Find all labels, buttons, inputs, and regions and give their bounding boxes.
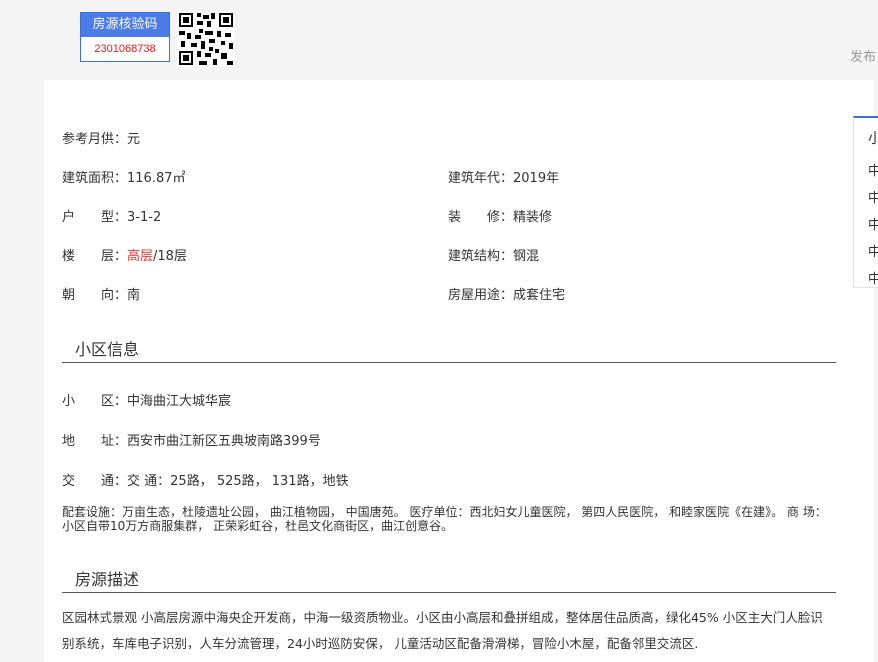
description-line-1: 区园林式景观 小高层房源中海央企开发商，中海一级资质物业。小区由小高层和叠拼组成… [62, 610, 823, 625]
traffic-row: 交 通：交 通：25路， 525路， 131路，地铁 [62, 470, 349, 489]
usage-label: 房屋用途： [448, 288, 514, 303]
address-row: 地 址：西安市曲江新区五典坡南路399号 [62, 430, 321, 449]
monthly-payment-value: 元 [127, 132, 141, 147]
verify-code-value: 2301068738 [94, 43, 156, 55]
description-line-2: 别系统，车库电子识别，人车分流管理，24小时巡防安保， 儿童活动区配备滑滑梯，冒… [62, 636, 699, 651]
community-name-row: 小 区：中海曲江大城华宸 [62, 390, 231, 409]
nearby-listings-panel: 小 中 中 中 中 中 [853, 116, 878, 288]
address-value: 西安市曲江新区五典坡南路399号 [127, 434, 321, 449]
area-row: 建筑面积：116.87㎡ [62, 167, 186, 186]
community-name-value[interactable]: 中海曲江大城华宸 [127, 394, 231, 409]
structure-value: 钢混 [513, 249, 540, 264]
traffic-label: 交 通： [62, 474, 128, 489]
layout-label: 户 型： [62, 210, 128, 225]
decoration-label: 装 修： [448, 210, 514, 225]
listing-detail-card: 参考月供：元 建筑面积：116.87㎡ 建筑年代：2019年 户 型：3-1-2… [44, 80, 874, 662]
facilities-line-1: 配套设施：万亩生态，杜陵遗址公园， 曲江植物园， 中国唐苑。 医疗单位：西北妇女… [62, 505, 827, 519]
description-section-divider [62, 592, 836, 593]
floor-total: /18层 [153, 249, 187, 264]
traffic-value: 交 通：25路， 525路， 131路，地铁 [127, 474, 349, 489]
description-paragraph: 区园林式景观 小高层房源中海央企开发商，中海一级资质物业。小区由小高层和叠拼组成… [62, 605, 842, 657]
layout-row: 户 型：3-1-2 [62, 206, 161, 225]
community-section-title: 小区信息 [75, 340, 140, 359]
decoration-value: 精装修 [513, 210, 553, 225]
community-name-label: 小 区： [62, 394, 128, 409]
structure-label: 建筑结构： [448, 249, 514, 264]
monthly-payment-row: 参考月供：元 [62, 128, 140, 147]
area-label: 建筑面积： [62, 171, 128, 186]
usage-row: 房屋用途：成套住宅 [448, 284, 565, 303]
nearby-item[interactable]: 中 [868, 268, 878, 287]
nearby-item[interactable]: 中 [868, 187, 878, 206]
description-section-title: 房源描述 [75, 570, 140, 589]
orientation-value: 南 [127, 288, 141, 303]
floor-row: 楼 层：高层/18层 [62, 245, 187, 264]
usage-value: 成套住宅 [513, 288, 566, 303]
verify-code-title: 房源核验码 [81, 13, 169, 37]
facilities-paragraph: 配套设施：万亩生态，杜陵遗址公园， 曲江植物园， 中国唐苑。 医疗单位：西北妇女… [62, 505, 827, 533]
address-label: 地 址： [62, 434, 128, 449]
community-section-divider [62, 362, 836, 363]
structure-row: 建筑结构：钢混 [448, 245, 539, 264]
publish-date-label: 发布 [850, 50, 877, 65]
facilities-line-2: 小区自带10万方商服集群， 正荣彩虹谷，杜邑文化商街区，曲江创意谷。 [62, 519, 454, 533]
decoration-row: 装 修：精装修 [448, 206, 552, 225]
floor-label: 楼 层： [62, 249, 128, 264]
year-label: 建筑年代： [448, 171, 514, 186]
nearby-panel-title: 小 [868, 131, 878, 147]
year-row: 建筑年代：2019年 [448, 167, 559, 186]
verify-code-badge: 房源核验码 2301068738 [80, 12, 170, 62]
monthly-payment-label: 参考月供： [62, 132, 128, 147]
qr-code-icon [177, 11, 235, 67]
nearby-item[interactable]: 中 [868, 214, 878, 233]
nearby-item[interactable]: 中 [868, 241, 878, 260]
floor-level: 高层 [127, 249, 154, 264]
layout-value: 3-1-2 [127, 210, 162, 225]
year-value: 2019年 [513, 171, 560, 186]
orientation-label: 朝 向： [62, 288, 128, 303]
nearby-item[interactable]: 中 [868, 160, 878, 179]
area-value: 116.87㎡ [127, 171, 186, 186]
orientation-row: 朝 向：南 [62, 284, 140, 303]
